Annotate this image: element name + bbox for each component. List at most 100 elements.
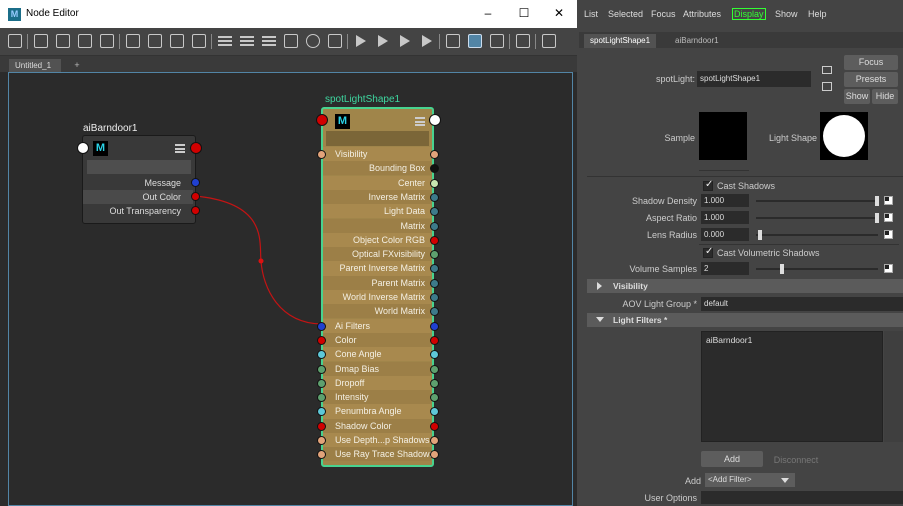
spot-attr-row[interactable]: Visibility: [323, 147, 431, 162]
input-port[interactable]: [317, 335, 326, 345]
barndoor-node[interactable]: M Message Out Color Out Transparency: [82, 135, 196, 224]
output-port[interactable]: [430, 364, 439, 374]
list-item[interactable]: aiBarndoor1: [706, 335, 752, 345]
add-filter-button[interactable]: Add: [701, 451, 763, 467]
spot-attr-row[interactable]: Use Depth...p Shadows: [323, 433, 431, 448]
focus-button[interactable]: Focus: [844, 55, 898, 70]
visibility-section-header[interactable]: Visibility: [587, 279, 903, 293]
spot-attr-row[interactable]: Dmap Bias: [323, 361, 431, 376]
lens-radius-slider[interactable]: [756, 234, 878, 236]
input-port[interactable]: [317, 321, 326, 331]
aspect-ratio-slider[interactable]: [756, 217, 878, 219]
spot-attr-row[interactable]: Dropoff: [323, 375, 431, 390]
connected-mode-icon[interactable]: [240, 36, 254, 46]
pin-icon[interactable]: [354, 34, 368, 48]
simple-mode-icon[interactable]: [218, 36, 232, 46]
barndoor-input-port[interactable]: [77, 142, 89, 154]
add-tab-button[interactable]: +: [68, 59, 86, 72]
remove-selected-icon[interactable]: [170, 34, 184, 48]
input-port[interactable]: [317, 150, 326, 159]
input-port[interactable]: [317, 378, 326, 388]
shadow-density-slider[interactable]: [756, 200, 878, 202]
spot-attr-row[interactable]: Object Color RGB: [323, 232, 431, 247]
output-port[interactable]: [430, 293, 439, 302]
attr-out-transparency[interactable]: Out Transparency: [83, 204, 193, 218]
spot-attr-row[interactable]: Bounding Box: [323, 161, 431, 176]
swap-icon[interactable]: [34, 34, 48, 48]
unpin-icon[interactable]: [398, 34, 412, 48]
spotlight-input-port[interactable]: [316, 114, 328, 126]
user-options-field[interactable]: [701, 491, 903, 504]
menu-show[interactable]: Show: [775, 9, 798, 19]
tab-spotlightshape1[interactable]: spotLightShape1: [584, 34, 657, 48]
shadow-density-field[interactable]: 1.000: [701, 194, 749, 207]
light-filters-section-header[interactable]: Light Filters *: [587, 313, 903, 327]
copy-tab-icon[interactable]: [822, 82, 832, 91]
search-icon[interactable]: [306, 34, 320, 48]
spotlight-output-port[interactable]: [429, 114, 441, 126]
aspect-ratio-field[interactable]: 1.000: [701, 211, 749, 224]
volume-samples-handle[interactable]: [780, 264, 784, 274]
presets-button[interactable]: Presets: [844, 72, 898, 87]
spot-attr-row[interactable]: Intensity: [323, 390, 431, 405]
menu-display[interactable]: Display: [732, 8, 766, 20]
spot-attr-row[interactable]: Ai Filters: [323, 318, 431, 333]
aov-light-group-field[interactable]: default: [701, 297, 903, 311]
spot-attr-row[interactable]: Parent Matrix: [323, 275, 431, 290]
custom-mode-icon[interactable]: [284, 34, 298, 48]
dropdown-arrow-button[interactable]: [775, 473, 795, 487]
show-attributes-icon[interactable]: [468, 34, 482, 48]
spotlight-node[interactable]: M Visibility Bounding Box Center Inverse Ma…: [321, 107, 434, 467]
attr-message[interactable]: Message: [83, 176, 193, 190]
cast-shadows-checkbox[interactable]: [703, 179, 713, 191]
map-texture-icon[interactable]: [884, 264, 893, 273]
output-port[interactable]: [430, 321, 439, 331]
spot-attr-row[interactable]: Color: [323, 332, 431, 348]
unpin-all-icon[interactable]: [420, 34, 434, 48]
node-menu-icon[interactable]: [415, 117, 425, 126]
pin-all-icon[interactable]: [376, 34, 390, 48]
output-port[interactable]: [430, 235, 439, 245]
frame-icon[interactable]: [328, 34, 342, 48]
input-port[interactable]: [317, 421, 326, 431]
tab-aibarndoor1[interactable]: aiBarndoor1: [669, 34, 725, 48]
input-port[interactable]: [317, 436, 326, 445]
map-texture-icon[interactable]: [884, 196, 893, 205]
port-message-out[interactable]: [191, 178, 200, 187]
barndoor-output-port[interactable]: [190, 142, 202, 154]
add-selected-icon[interactable]: [148, 34, 162, 48]
tab-untitled[interactable]: Untitled_1: [9, 59, 61, 72]
spot-attr-row[interactable]: Cone Angle: [323, 347, 431, 362]
full-mode-icon[interactable]: [262, 36, 276, 46]
output-port[interactable]: [430, 335, 439, 345]
sample-swatch[interactable]: [699, 112, 747, 160]
menu-attributes[interactable]: Attributes: [683, 9, 721, 19]
light-filter-list[interactable]: aiBarndoor1: [701, 331, 883, 442]
input-connections-icon[interactable]: [56, 34, 70, 48]
select-node-icon[interactable]: [822, 66, 832, 74]
disconnect-button[interactable]: Disconnect: [769, 455, 823, 465]
cast-volumetric-checkbox[interactable]: [703, 246, 713, 258]
volume-samples-field[interactable]: 2: [701, 262, 749, 275]
shadow-density-handle[interactable]: [875, 196, 879, 206]
attr-out-color[interactable]: Out Color: [83, 190, 193, 205]
spot-attr-row[interactable]: Inverse Matrix: [323, 189, 431, 205]
hide-button[interactable]: Hide: [872, 89, 898, 104]
menu-selected[interactable]: Selected: [608, 9, 643, 19]
output-port[interactable]: [430, 221, 439, 231]
output-port[interactable]: [430, 192, 439, 202]
add-filter-dropdown[interactable]: <Add Filter>: [705, 473, 775, 487]
node-menu-icon[interactable]: [175, 144, 185, 153]
output-port[interactable]: [430, 436, 439, 445]
node-graph-canvas[interactable]: aiBarndoor1 M Message Out Color Out Tran…: [8, 72, 573, 506]
spot-attr-row[interactable]: World Matrix: [323, 304, 431, 319]
output-port[interactable]: [430, 378, 439, 388]
grid-icon[interactable]: [490, 34, 504, 48]
output-port[interactable]: [430, 278, 439, 288]
lens-radius-handle[interactable]: [758, 230, 762, 240]
clear-graph-icon[interactable]: [126, 34, 140, 48]
spot-attr-row[interactable]: Shadow Color: [323, 418, 431, 433]
spotlight-name-field[interactable]: spotLightShape1: [697, 71, 811, 87]
maximize-button[interactable]: ☐: [514, 5, 534, 21]
spot-attr-row[interactable]: Optical FXvisibility: [323, 247, 431, 262]
